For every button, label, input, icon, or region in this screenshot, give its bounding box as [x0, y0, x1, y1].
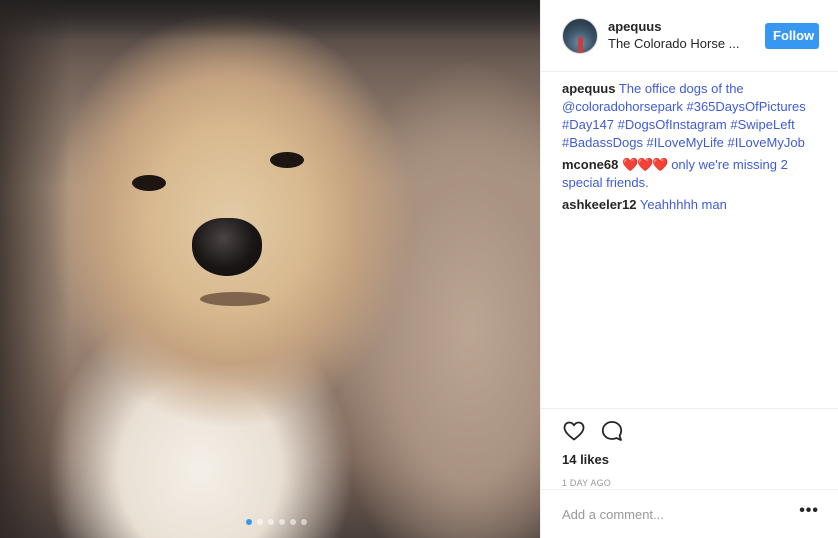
- dog-eye: [270, 152, 304, 168]
- comment-list: apequus The office dogs of the @colorado…: [562, 80, 822, 218]
- more-options-icon[interactable]: •••: [799, 503, 819, 522]
- post-timestamp[interactable]: 1 DAY AGO: [562, 478, 819, 488]
- avatar[interactable]: [562, 17, 598, 54]
- carousel-dot: [246, 519, 252, 525]
- carousel-indicator: [246, 519, 307, 525]
- header-text: apequus The Colorado Horse ...: [608, 19, 765, 53]
- author-username[interactable]: apequus: [608, 19, 765, 35]
- carousel-dot: [268, 519, 274, 525]
- comment-username[interactable]: ashkeeler12: [562, 197, 636, 212]
- photo-shade: [0, 0, 540, 40]
- post-sidebar: apequus The Colorado Horse ... Follow ap…: [540, 0, 838, 538]
- carousel-dot: [257, 519, 263, 525]
- location-link[interactable]: The Colorado Horse ...: [608, 35, 765, 53]
- dog-eye: [132, 175, 166, 191]
- follow-button[interactable]: Follow: [765, 22, 819, 49]
- list-item: ashkeeler12 Yeahhhhh man: [562, 196, 822, 214]
- photo-shade: [0, 0, 70, 538]
- heart-icon[interactable]: [562, 419, 586, 443]
- carousel-dot: [301, 519, 307, 525]
- post-photo[interactable]: [0, 0, 540, 538]
- heart-emoji-icon: ❤️❤️❤️: [622, 157, 669, 172]
- dog-nose: [192, 218, 262, 276]
- list-item: mcone68 ❤️❤️❤️ only we're missing 2 spec…: [562, 156, 822, 192]
- comment-icon[interactable]: [600, 419, 624, 443]
- action-icons: [562, 409, 819, 453]
- carousel-dot: [290, 519, 296, 525]
- post-header: apequus The Colorado Horse ... Follow: [541, 0, 838, 72]
- comment-username[interactable]: apequus: [562, 81, 615, 96]
- comment-input[interactable]: [562, 506, 800, 522]
- caption: apequus The office dogs of the @colorado…: [562, 80, 822, 152]
- add-comment-bar: •••: [541, 489, 838, 538]
- dog-mouth: [200, 292, 270, 306]
- comment-text: Yeahhhhh man: [639, 197, 727, 212]
- like-count[interactable]: 14 likes: [562, 451, 819, 469]
- comment-username[interactable]: mcone68: [562, 157, 618, 172]
- carousel-dot: [279, 519, 285, 525]
- post-actions: 14 likes 1 DAY AGO: [541, 408, 838, 488]
